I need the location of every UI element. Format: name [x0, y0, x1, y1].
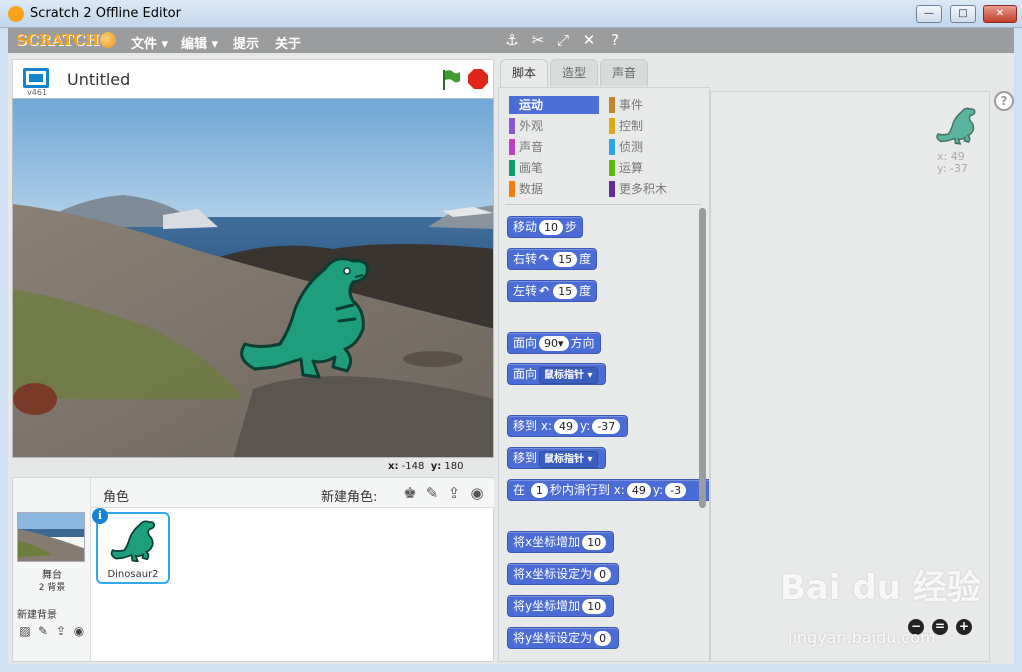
category-more-blocks[interactable]: 更多积木: [609, 180, 699, 198]
help-question-icon[interactable]: ?: [994, 91, 1014, 111]
stage-canvas[interactable]: [12, 98, 494, 458]
category-events[interactable]: 事件: [609, 96, 699, 114]
app-icon: [8, 6, 24, 22]
block-turn-left[interactable]: 左转 ↶ 15 度: [507, 280, 598, 302]
delete-cut-icon[interactable]: ✂: [529, 31, 547, 49]
turn-left-icon: ↶: [539, 284, 550, 298]
sprite-header: 角色 新建角色: ♚ ✎ ⇪ ◉: [91, 478, 494, 508]
baidu-watermark: Bai du 经验: [780, 568, 981, 608]
category-operators[interactable]: 运算: [609, 159, 699, 177]
category-data[interactable]: 数据: [509, 180, 599, 198]
block-set-x[interactable]: 将x坐标设定为 0: [507, 563, 620, 585]
tab-sounds[interactable]: 声音: [600, 59, 648, 86]
sprites-label: 角色: [103, 490, 130, 505]
block-go-to-target[interactable]: 移到 鼠标指针 ▾: [507, 447, 606, 469]
block-point-in-direction[interactable]: 面向 90▾ 方向: [507, 332, 601, 354]
palette-scrollbar[interactable]: [699, 208, 706, 508]
block-go-to-xy[interactable]: 移到 x: 49 y: -37: [507, 415, 629, 437]
block-change-y[interactable]: 将y坐标增加 10: [507, 595, 615, 617]
category-pen[interactable]: 画笔: [509, 159, 599, 177]
stage-label: 舞台: [42, 570, 62, 581]
current-sprite-thumbnail: [936, 107, 976, 145]
block-glide[interactable]: 在 1 秒内滑行到 x: 49 y: -3: [507, 479, 709, 501]
version-label: v461: [27, 88, 48, 97]
project-title-input[interactable]: Untitled: [67, 70, 130, 89]
grow-icon[interactable]: ⤢: [554, 31, 572, 49]
menu-tips[interactable]: 提示: [233, 33, 259, 52]
sprite-tile-dinosaur2[interactable]: i Dinosaur2: [92, 508, 170, 584]
palette-divider: [505, 204, 701, 205]
sprite-y-readout: y: -37: [937, 162, 968, 175]
shrink-icon[interactable]: ✕: [580, 31, 598, 49]
category-sensing[interactable]: 侦测: [609, 138, 699, 156]
sprite-library-pane: 舞台 2 背景 新建背景 ▨ ✎ ⇪ ◉ 角色 新建角色: ♚ ✎ ⇪ ◉ i …: [12, 477, 494, 662]
stage-backdrop-count: 2 背景: [38, 583, 66, 593]
block-turn-right[interactable]: 右转 ↷ 15 度: [507, 248, 598, 270]
maximize-button[interactable]: □: [950, 5, 976, 23]
sprite-library-icon[interactable]: ♚: [401, 484, 419, 502]
turn-right-icon: ↷: [539, 252, 550, 266]
block-change-x[interactable]: 将x坐标增加 10: [507, 531, 615, 553]
fullscreen-icon[interactable]: [23, 68, 49, 88]
window-title: Scratch 2 Offline Editor: [30, 6, 181, 21]
menubar: SCRATCH 文件 ▾ 编辑 ▾ 提示 关于 ⚓ ✂ ⤢ ✕ ?: [8, 28, 1014, 53]
block-palette: 运动 外观 声音 画笔 数据 事件 控制 侦测 运算 更多积木 移动 10 步 右转…: [498, 87, 710, 662]
window-titlebar: Scratch 2 Offline Editor — □ ✕: [0, 0, 1022, 28]
stop-sign-icon[interactable]: [467, 68, 489, 90]
scratch-logo[interactable]: SCRATCH: [16, 31, 99, 49]
stage-selector[interactable]: 舞台 2 背景 新建背景 ▨ ✎ ⇪ ◉: [13, 478, 91, 661]
category-motion[interactable]: 运动: [509, 96, 599, 114]
block-set-y[interactable]: 将y坐标设定为 0: [507, 627, 620, 649]
menu-about[interactable]: 关于: [275, 33, 301, 52]
category-sound[interactable]: 声音: [509, 138, 599, 156]
block-move-steps[interactable]: 移动 10 步: [507, 216, 584, 238]
menu-edit[interactable]: 编辑 ▾: [181, 33, 218, 52]
paint-backdrop-icon[interactable]: ✎: [35, 624, 51, 638]
stage-backdrop-photo: [13, 99, 493, 457]
zoom-in-icon[interactable]: +: [956, 619, 972, 635]
baidu-watermark-url: jingyan.baidu.com: [788, 628, 936, 647]
category-looks[interactable]: 外观: [509, 117, 599, 135]
menu-file[interactable]: 文件 ▾: [131, 33, 168, 52]
block-point-towards[interactable]: 面向 鼠标指针 ▾: [507, 363, 606, 385]
duplicate-stamp-icon[interactable]: ⚓: [503, 31, 521, 49]
upload-sprite-icon[interactable]: ⇪: [445, 484, 463, 502]
backdrop-library-icon[interactable]: ▨: [17, 624, 33, 638]
green-flag-icon[interactable]: [441, 69, 461, 91]
tab-scripts[interactable]: 脚本: [500, 59, 548, 87]
new-sprite-label: 新建角色:: [321, 490, 378, 505]
new-backdrop-label: 新建背景: [17, 610, 57, 621]
upload-backdrop-icon[interactable]: ⇪: [53, 624, 69, 638]
sprite-thumbnail: [110, 520, 155, 562]
stage-header: v461 Untitled: [12, 59, 494, 99]
mouse-coordinates: x: -148 y: 180: [388, 461, 464, 472]
camera-sprite-icon[interactable]: ◉: [468, 484, 486, 502]
language-globe-icon[interactable]: [100, 32, 116, 48]
paint-sprite-icon[interactable]: ✎: [423, 484, 441, 502]
minimize-button[interactable]: —: [916, 5, 942, 23]
camera-backdrop-icon[interactable]: ◉: [71, 624, 87, 638]
tab-costumes[interactable]: 造型: [550, 59, 598, 86]
stage-thumbnail[interactable]: [17, 512, 85, 562]
sprite-name: Dinosaur2: [107, 569, 159, 580]
block-help-icon[interactable]: ?: [606, 31, 624, 49]
close-button[interactable]: ✕: [983, 5, 1017, 23]
category-control[interactable]: 控制: [609, 117, 699, 135]
